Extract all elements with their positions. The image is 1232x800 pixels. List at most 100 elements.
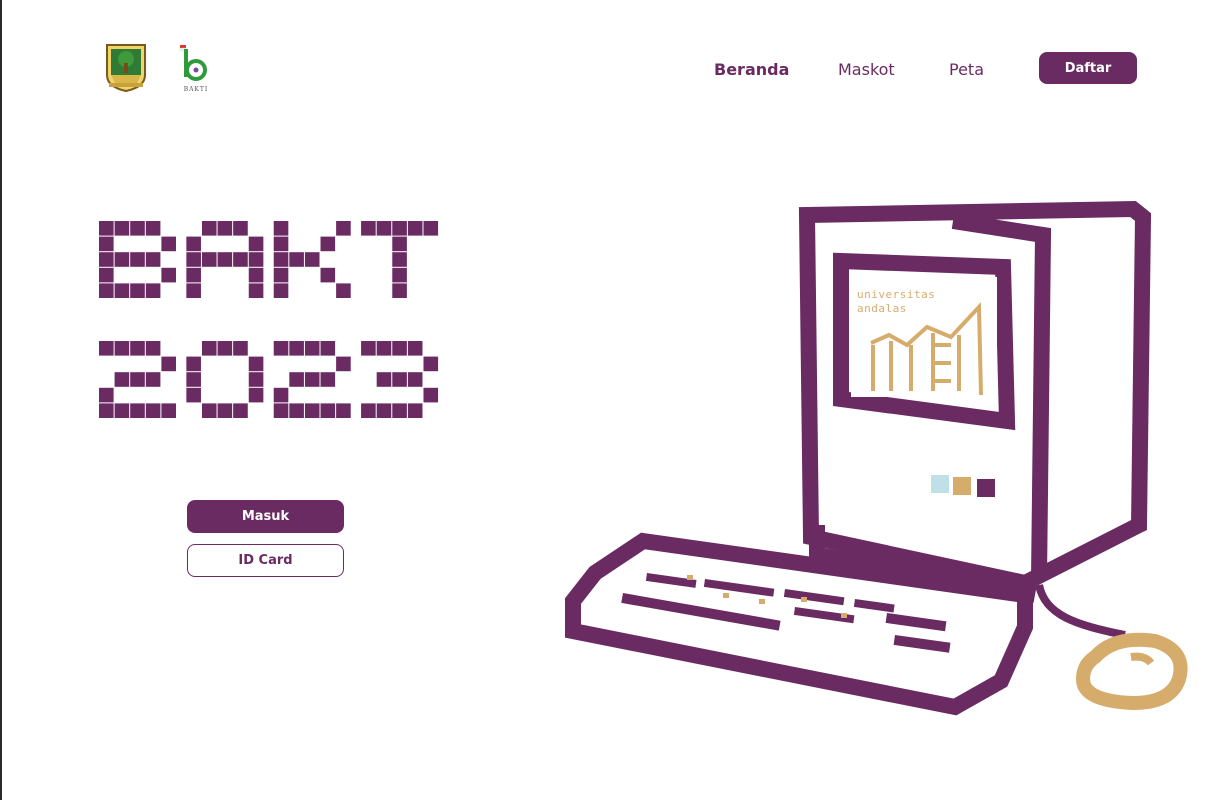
title-pixel: [320, 236, 336, 252]
title-pixel: [392, 252, 407, 267]
title-pixel: [392, 403, 407, 418]
title-pixel: [114, 221, 130, 236]
title-pixel: [186, 252, 201, 267]
title-pixel: [99, 236, 114, 252]
title-pixel: [233, 403, 248, 418]
title-pixel: [320, 403, 336, 418]
title-pixel: [114, 403, 130, 418]
screen-text-line2: andalas: [857, 302, 907, 315]
daftar-button[interactable]: Daftar: [1039, 52, 1137, 84]
title-pixel: [392, 372, 407, 387]
title-pixel: [217, 252, 233, 267]
government-emblem-logo: [106, 44, 146, 93]
title-pixel: [392, 221, 407, 236]
title-pixel: [336, 221, 351, 236]
title-pixel: [99, 283, 114, 298]
title-pixel: [201, 221, 217, 236]
title-pixel: [186, 236, 201, 252]
title-pixel: [99, 267, 114, 283]
title-pixel: [273, 341, 289, 356]
title-pixel: [161, 356, 176, 372]
title-pixel: [336, 283, 351, 298]
title-pixel: [336, 403, 351, 418]
title-pixel: [186, 356, 201, 372]
title-pixel: [233, 252, 248, 267]
title-pixel: [248, 283, 264, 298]
title-pixel: [320, 372, 336, 387]
pixel-computer-illustration: universitas andalas: [565, 200, 1188, 716]
title-pixel: [186, 387, 201, 403]
title-pixel: [248, 356, 264, 372]
title-pixel: [273, 236, 289, 252]
title-pixel: [407, 403, 423, 418]
title-pixel: [145, 341, 161, 356]
nav-maskot[interactable]: Maskot: [838, 55, 895, 83]
masuk-button[interactable]: Masuk: [187, 500, 344, 533]
title-pixel: [130, 341, 145, 356]
title-pixel: [361, 403, 376, 418]
title-pixel: [273, 221, 289, 236]
hero-title-line1: [99, 221, 439, 298]
hero-title-line2: [99, 341, 439, 418]
title-pixel: [201, 403, 217, 418]
title-pixel: [248, 252, 264, 267]
title-pixel: [130, 372, 145, 387]
hero-title-pixel: [99, 221, 439, 418]
title-pixel: [392, 236, 407, 252]
title-pixel: [161, 403, 176, 418]
title-pixel: [336, 356, 351, 372]
title-pixel: [423, 356, 439, 372]
title-pixel: [130, 252, 145, 267]
title-pixel: [273, 403, 289, 418]
title-pixel: [392, 267, 407, 283]
title-pixel: [248, 267, 264, 283]
title-pixel: [273, 387, 289, 403]
nav-beranda[interactable]: Beranda: [714, 55, 789, 83]
title-pixel: [248, 387, 264, 403]
title-pixel: [217, 341, 233, 356]
title-pixel: [145, 221, 161, 236]
title-pixel: [392, 283, 407, 298]
screen-text-line1: universitas: [857, 288, 935, 301]
title-pixel: [114, 372, 130, 387]
title-pixel: [130, 403, 145, 418]
nav-peta[interactable]: Peta: [949, 55, 984, 83]
title-pixel: [130, 283, 145, 298]
title-pixel: [217, 221, 233, 236]
title-pixel: [289, 403, 304, 418]
title-pixel: [217, 403, 233, 418]
title-pixel: [99, 221, 114, 236]
title-pixel: [304, 252, 320, 267]
title-pixel: [114, 252, 130, 267]
title-pixel: [114, 341, 130, 356]
title-pixel: [376, 403, 392, 418]
indicator-light-blue: [931, 475, 949, 493]
bakti-logo: BAKTI: [179, 45, 207, 93]
title-pixel: [289, 252, 304, 267]
title-pixel: [201, 341, 217, 356]
title-pixel: [273, 283, 289, 298]
title-pixel: [201, 252, 217, 267]
title-pixel: [99, 341, 114, 356]
title-pixel: [304, 372, 320, 387]
indicator-purple: [977, 479, 995, 497]
title-pixel: [423, 387, 439, 403]
title-pixel: [248, 236, 264, 252]
title-pixel: [99, 403, 114, 418]
title-pixel: [273, 267, 289, 283]
page-left-border: [0, 0, 2, 800]
title-pixel: [186, 267, 201, 283]
title-pixel: [233, 341, 248, 356]
title-pixel: [376, 372, 392, 387]
title-pixel: [145, 372, 161, 387]
title-pixel: [186, 372, 201, 387]
title-pixel: [304, 403, 320, 418]
title-pixel: [99, 387, 114, 403]
title-pixel: [233, 221, 248, 236]
title-pixel: [99, 252, 114, 267]
title-pixel: [248, 372, 264, 387]
idcard-button[interactable]: ID Card: [187, 544, 344, 577]
title-pixel: [320, 341, 336, 356]
mouse: [1075, 632, 1188, 711]
title-pixel: [320, 267, 336, 283]
